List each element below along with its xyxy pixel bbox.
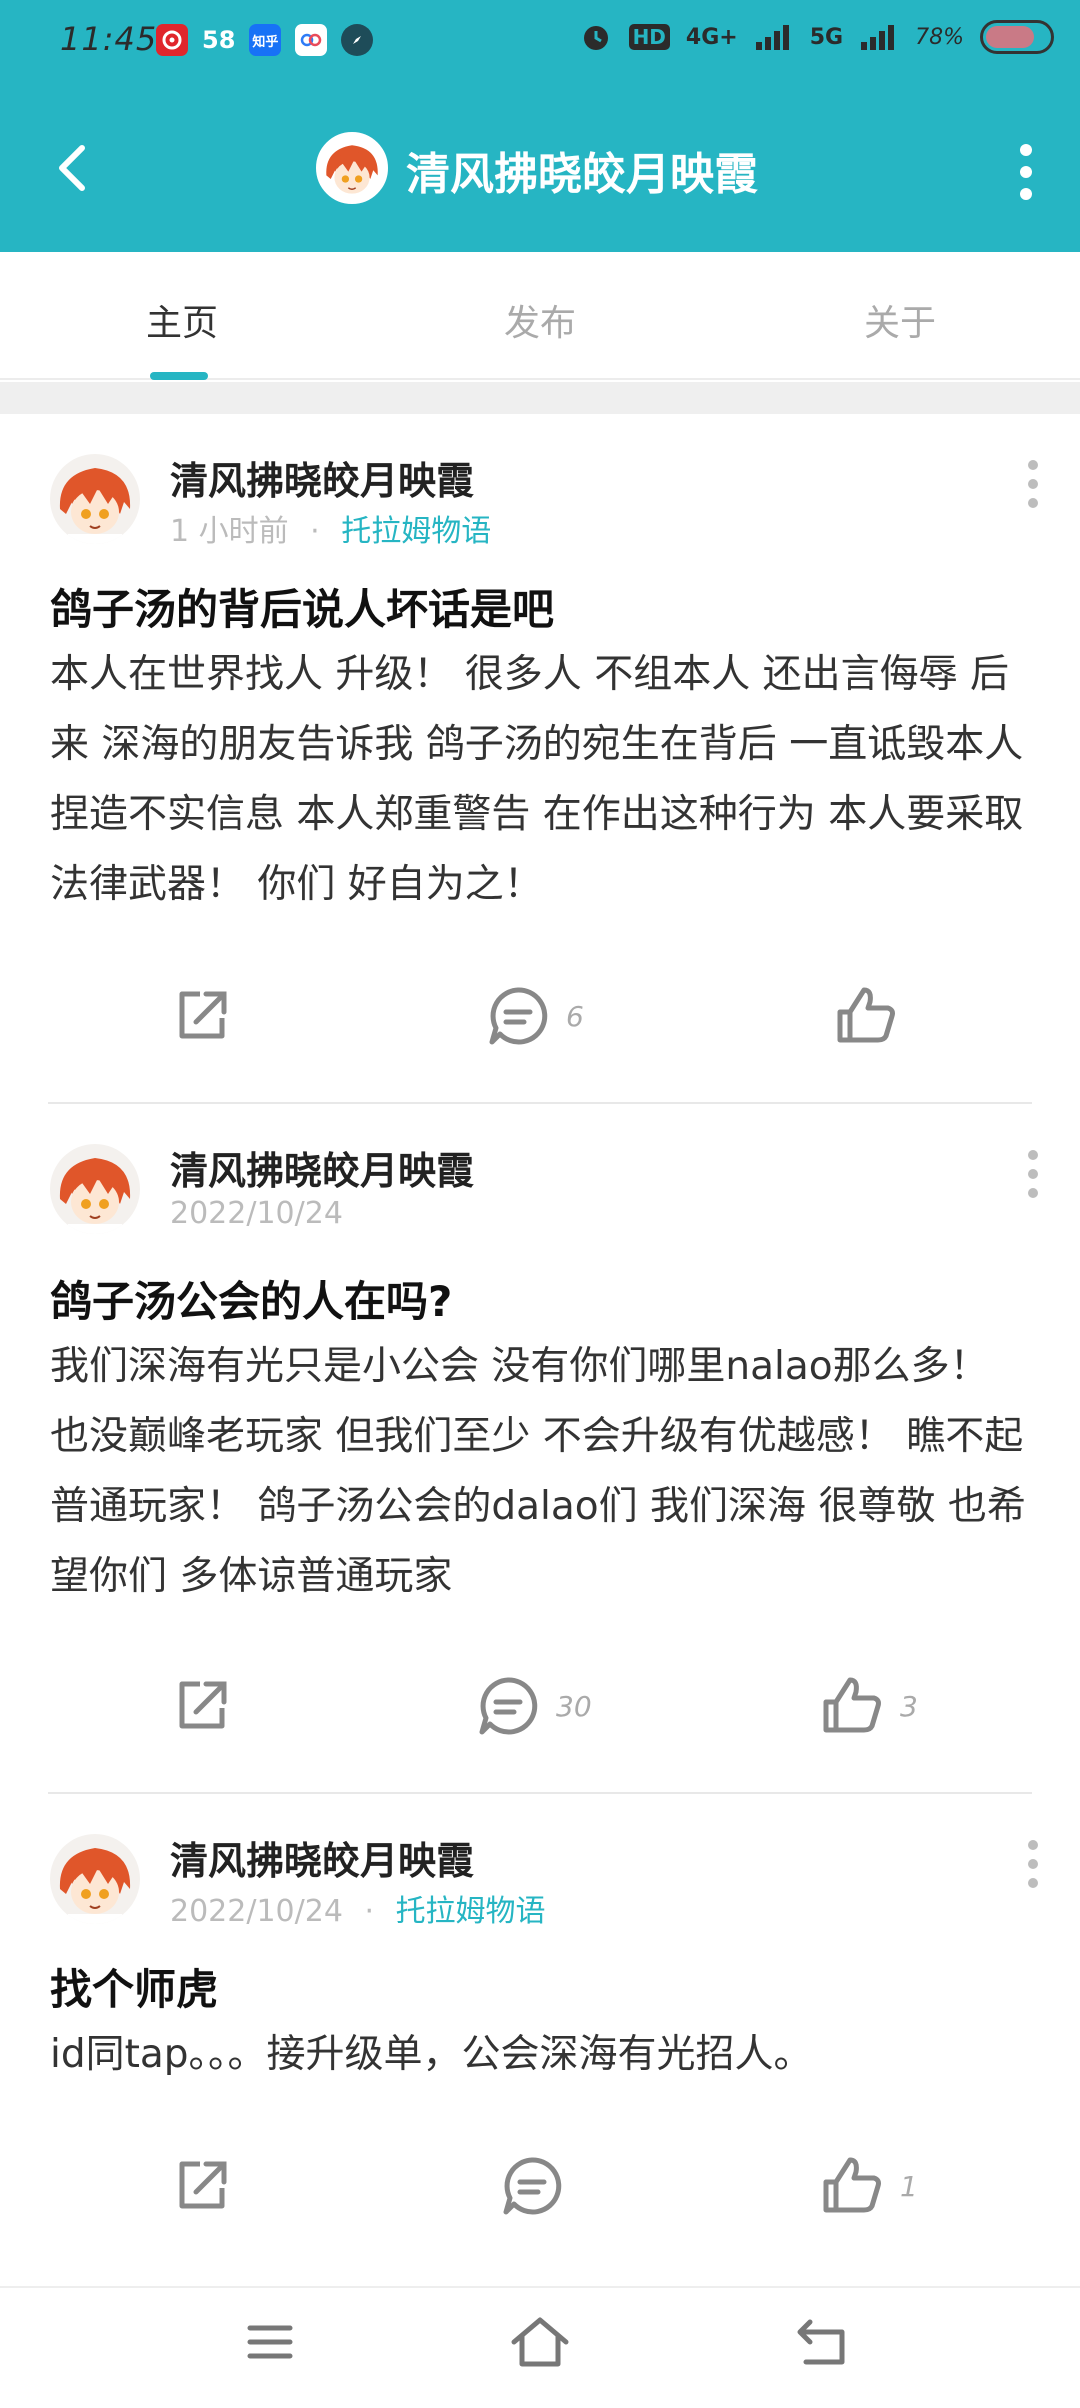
post-actions: 6 — [0, 984, 1080, 1064]
tab-bar: 主页 发布 关于 — [0, 252, 1080, 380]
like-icon — [823, 1677, 881, 1733]
post-more-button[interactable] — [1028, 460, 1040, 517]
status-time: 11:45 — [60, 20, 158, 58]
post-actions: 1 — [0, 2154, 1080, 2234]
like-icon — [837, 987, 895, 1043]
status-bar: 11:45 58 知乎 HD 4G+ 5G 78% — [0, 0, 1080, 84]
post-time: 1 小时前 — [170, 514, 289, 549]
tab-indicator — [150, 372, 208, 380]
system-nav-bar — [0, 2286, 1080, 2408]
netease-music-icon — [156, 24, 188, 56]
post-body[interactable]: 本人在世界找人 升级！ 很多人 不组本人 还出言侮辱 后来 深海的朋友告诉我 鸽… — [50, 640, 1030, 920]
post-card[interactable]: 清风拂晓皎月映霞 2022/10/24 · 托拉姆物语 找个师虎 id同tap。… — [0, 1794, 1080, 2284]
meta-separator: · — [364, 1894, 375, 1929]
header-title: 清风拂晓皎月映霞 — [406, 149, 758, 200]
back-icon — [59, 145, 85, 191]
post-time: 2022/10/24 — [170, 1894, 343, 1929]
share-button[interactable] — [170, 984, 234, 1048]
share-button[interactable] — [170, 1674, 234, 1738]
meta-separator: · — [310, 514, 320, 549]
like-button[interactable] — [834, 984, 914, 1048]
header-avatar[interactable] — [316, 132, 388, 204]
app-58-icon: 58 — [202, 26, 236, 54]
comment-count: 6 — [566, 999, 584, 1033]
post-title[interactable]: 找个师虎 — [50, 1956, 218, 2017]
avatar[interactable] — [50, 454, 140, 544]
zhihu-icon: 知乎 — [249, 24, 282, 56]
like-count: 1 — [900, 2169, 918, 2203]
avatar[interactable] — [50, 1834, 140, 1924]
post-meta: 1 小时前 · 托拉姆物语 — [170, 506, 491, 550]
battery-percent: 78% — [915, 24, 964, 50]
battery-icon — [980, 20, 1054, 54]
home-button[interactable] — [510, 2316, 570, 2372]
tab-posts[interactable]: 发布 — [504, 294, 576, 346]
home-icon — [511, 2317, 569, 2367]
post-game-tag[interactable]: 托拉姆物语 — [396, 1894, 546, 1929]
signal-5g: 5G — [809, 24, 844, 50]
like-button[interactable]: 1 — [820, 2154, 918, 2218]
menu-icon — [247, 2325, 293, 2359]
post-author[interactable]: 清风拂晓皎月映霞 — [170, 1140, 474, 1195]
like-button[interactable]: 3 — [820, 1674, 918, 1738]
status-right: HD 4G+ 5G 78% — [579, 20, 1054, 54]
post-author[interactable]: 清风拂晓皎月映霞 — [170, 450, 474, 505]
post-body[interactable]: id同tap。。。接升级单，公会深海有光招人。 — [50, 2020, 1030, 2090]
signal-bars-icon — [755, 25, 789, 50]
profile-header: 清风拂晓皎月映霞 — [0, 120, 1080, 216]
more-button[interactable] — [1018, 144, 1034, 200]
cloud-drive-icon — [295, 24, 328, 56]
comment-icon — [479, 1677, 538, 1735]
share-button[interactable] — [170, 2154, 234, 2218]
signal-4g: 4G+ — [685, 24, 738, 50]
post-title[interactable]: 鸽子汤的背后说人坏话是吧 — [50, 576, 554, 637]
post-author[interactable]: 清风拂晓皎月映霞 — [170, 1830, 474, 1885]
return-button[interactable] — [796, 2316, 852, 2372]
comment-button[interactable]: 30 — [476, 1674, 592, 1738]
top-bar: 11:45 58 知乎 HD 4G+ 5G 78% 清风拂晓皎月映霞 — [0, 0, 1080, 252]
avatar[interactable] — [50, 1144, 140, 1234]
menu-button[interactable] — [244, 2316, 296, 2372]
section-gap — [0, 382, 1080, 414]
post-more-button[interactable] — [1028, 1150, 1040, 1207]
hd-badge: HD — [628, 24, 670, 50]
post-card[interactable]: 清风拂晓皎月映霞 1 小时前 · 托拉姆物语 鸽子汤的背后说人坏话是吧 本人在世… — [0, 414, 1080, 1104]
post-body[interactable]: 我们深海有光只是小公会 没有你们哪里nalao那么多！ 也没巅峰老玩家 但我们至… — [50, 1332, 1030, 1612]
alarm-icon — [583, 26, 608, 50]
post-meta: 2022/10/24 · 托拉姆物语 — [170, 1886, 546, 1930]
tab-home[interactable]: 主页 — [146, 294, 218, 346]
comment-icon — [489, 987, 548, 1045]
share-icon — [179, 991, 227, 1039]
share-icon — [179, 2161, 227, 2209]
post-card[interactable]: 清风拂晓皎月映霞 2022/10/24 鸽子汤公会的人在吗? 我们深海有光只是小… — [0, 1104, 1080, 1794]
tab-about[interactable]: 关于 — [864, 294, 936, 346]
post-meta: 2022/10/24 — [170, 1196, 343, 1231]
comment-icon — [503, 2157, 562, 2215]
compass-icon — [341, 24, 374, 56]
comment-count: 30 — [556, 1689, 592, 1723]
back-button[interactable] — [48, 140, 104, 196]
post-more-button[interactable] — [1028, 1840, 1040, 1897]
signal-bars-5g-icon — [861, 25, 895, 50]
post-title[interactable]: 鸽子汤公会的人在吗? — [50, 1268, 452, 1329]
like-count: 3 — [900, 1689, 918, 1723]
post-actions: 30 3 — [0, 1674, 1080, 1754]
comment-button[interactable]: 6 — [486, 984, 584, 1048]
like-icon — [823, 2157, 881, 2213]
more-icon — [1020, 144, 1032, 156]
status-app-icons: 58 知乎 — [156, 24, 374, 56]
comment-button[interactable] — [500, 2154, 580, 2218]
share-icon — [179, 1681, 227, 1729]
post-time: 2022/10/24 — [170, 1196, 343, 1231]
return-icon — [797, 2319, 845, 2365]
post-game-tag[interactable]: 托拉姆物语 — [341, 514, 491, 549]
